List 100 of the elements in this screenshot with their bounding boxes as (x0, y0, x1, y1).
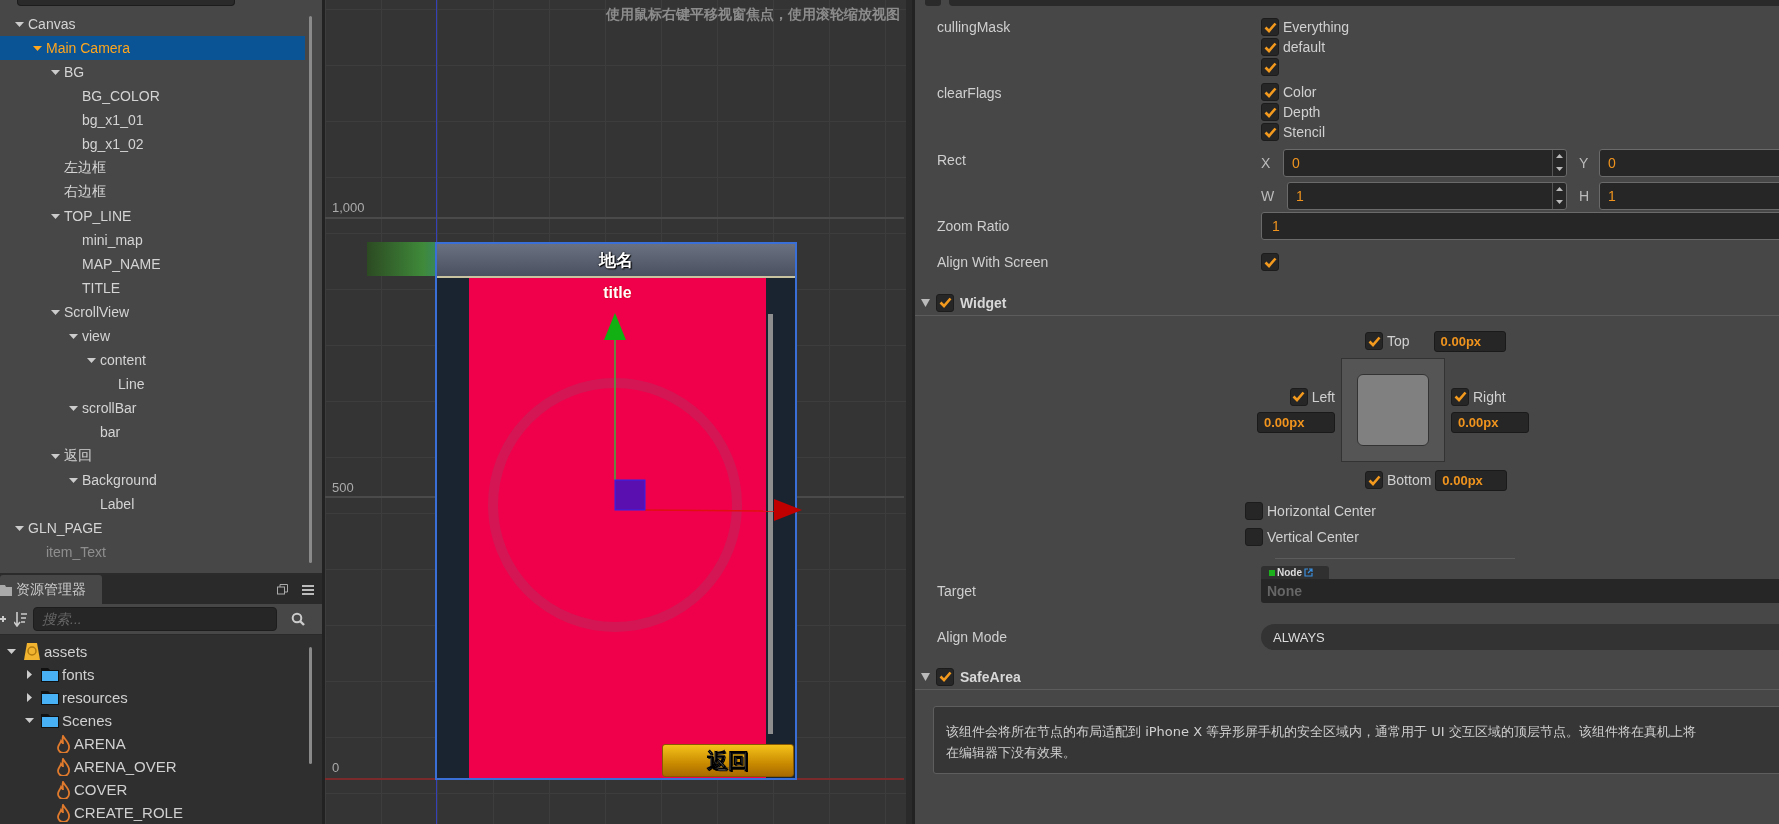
asset-item[interactable]: assets (0, 640, 322, 663)
hierarchy-node[interactable]: bg_x1_02 (0, 132, 305, 156)
checkbox[interactable] (1261, 253, 1279, 271)
hierarchy-node[interactable]: MAP_NAME (0, 252, 305, 276)
checkbox[interactable] (1365, 471, 1383, 489)
expanded-arrow-icon[interactable] (32, 43, 42, 53)
description-text: 该组件会将所在节点的布局适配到 iPhone X 等异形屏手机的安全区域内，通常用于 UI 交互区域的顶层节点。该组件将在真机上将 (946, 723, 1696, 741)
expanded-arrow-icon[interactable] (86, 355, 96, 365)
flame-icon (56, 757, 71, 776)
search-field[interactable]: 搜索... (33, 607, 277, 631)
checkbox[interactable] (1261, 58, 1279, 76)
number-field[interactable]: 1 (1287, 181, 1567, 210)
spinner-icon[interactable] (1552, 182, 1566, 209)
checkbox[interactable] (1289, 387, 1308, 406)
hierarchy-node[interactable]: BG_COLOR (0, 84, 305, 108)
number-field[interactable]: 0.00px (1433, 330, 1506, 352)
property-label: clearFlags (936, 84, 1003, 103)
hierarchy-node[interactable]: Canvas (0, 12, 305, 36)
hierarchy-node[interactable]: Label (0, 492, 305, 516)
hierarchy-node[interactable]: bg_x1_01 (0, 108, 305, 132)
external-link-icon[interactable] (1304, 568, 1313, 577)
number-field[interactable]: 0 (1599, 148, 1779, 177)
number-field[interactable]: 1 (1261, 212, 1779, 240)
anchor-label: Left (1311, 388, 1335, 405)
checkbox[interactable] (1261, 123, 1279, 141)
number-field[interactable]: 0.00px (1435, 469, 1508, 491)
dropdown[interactable]: ALWAYS (1261, 624, 1779, 650)
expanded-arrow-icon[interactable] (68, 331, 78, 341)
checkbox[interactable] (936, 667, 954, 686)
expanded-arrow-icon[interactable] (50, 307, 60, 317)
hierarchy-node[interactable]: TOP_LINE (0, 204, 305, 228)
asset-item[interactable]: ARENA_OVER (0, 755, 322, 778)
checkbox[interactable] (1261, 103, 1279, 121)
asset-item[interactable]: ARENA (0, 732, 322, 755)
property-label: Zoom Ratio (936, 217, 1011, 236)
collapsed-arrow-icon[interactable] (24, 670, 34, 679)
hierarchy-node[interactable]: view (0, 324, 305, 348)
expanded-arrow-icon[interactable] (6, 647, 16, 656)
checkbox[interactable] (1365, 332, 1383, 350)
expanded-arrow-icon[interactable] (24, 716, 34, 725)
folder-icon (41, 690, 59, 705)
asset-item[interactable]: COVER (0, 778, 322, 801)
asset-item[interactable]: Scenes (0, 709, 322, 732)
checkbox[interactable] (1261, 83, 1279, 101)
hierarchy-node[interactable]: 返回 (0, 444, 305, 468)
search-icon[interactable] (291, 612, 305, 626)
property-label: Target (936, 582, 977, 601)
gizmo-handle[interactable] (614, 479, 646, 511)
number-field[interactable]: 0.00px (1257, 411, 1335, 433)
hierarchy-node[interactable]: Main Camera (0, 36, 305, 60)
scrollbar[interactable] (309, 16, 312, 563)
anchor-label: Bottom (1387, 472, 1432, 488)
hierarchy-node[interactable]: TITLE (0, 276, 305, 300)
sort-icon[interactable] (14, 611, 27, 627)
hierarchy-node[interactable]: scrollBar (0, 396, 305, 420)
back-button[interactable]: 返回 (662, 744, 794, 777)
number-field[interactable]: 1 (1599, 181, 1779, 210)
expanded-arrow-icon[interactable] (68, 475, 78, 485)
plus-icon[interactable] (0, 613, 8, 625)
property-label: cullingMask (936, 18, 1012, 37)
cube-box-icon (23, 641, 41, 662)
hierarchy-node[interactable]: bar (0, 420, 305, 444)
expanded-arrow-icon[interactable] (14, 523, 24, 533)
checkbox[interactable] (1245, 502, 1263, 520)
x-axis-arrow[interactable] (644, 499, 802, 521)
hierarchy-node[interactable]: content (0, 348, 305, 372)
expanded-arrow-icon[interactable] (921, 672, 930, 681)
checkbox[interactable] (1261, 38, 1279, 56)
number-field[interactable]: 0.00px (1451, 411, 1529, 433)
expanded-arrow-icon[interactable] (50, 67, 60, 77)
checkbox[interactable] (1245, 528, 1263, 546)
hierarchy-node[interactable]: Line (0, 372, 305, 396)
hierarchy-node[interactable]: mini_map (0, 228, 305, 252)
spinner-icon[interactable] (1552, 149, 1566, 176)
hierarchy-node[interactable]: GLN_PAGE (0, 516, 305, 540)
collapsed-arrow-icon[interactable] (24, 693, 34, 702)
scene-viewport[interactable]: 使用鼠标右键平移视窗焦点，使用滚轮缩放视图 1,000 500 0 地名 title 返回 (325, 0, 912, 824)
menu-icon[interactable] (302, 584, 314, 595)
expanded-arrow-icon[interactable] (921, 298, 930, 307)
asset-item[interactable]: CREATE_ROLE (0, 801, 322, 824)
asset-item[interactable]: resources (0, 686, 322, 709)
panel-tab[interactable]: 资源管理器 (0, 575, 102, 605)
hierarchy-node[interactable]: ScrollView (0, 300, 305, 324)
expanded-arrow-icon[interactable] (50, 451, 60, 461)
expanded-arrow-icon[interactable] (50, 211, 60, 221)
expanded-arrow-icon[interactable] (68, 403, 78, 413)
checkbox[interactable] (1261, 18, 1279, 36)
hierarchy-node[interactable]: Background (0, 468, 305, 492)
window-icon[interactable] (277, 584, 288, 596)
hierarchy-node[interactable]: BG (0, 60, 305, 84)
hierarchy-node[interactable]: 右边框 (0, 180, 305, 204)
scrollbar[interactable] (309, 647, 312, 764)
checkbox[interactable] (1451, 387, 1469, 406)
asset-item[interactable]: fonts (0, 663, 322, 686)
number-field[interactable]: 0 (1283, 148, 1567, 177)
hierarchy-node[interactable]: 左边框 (0, 156, 305, 180)
expanded-arrow-icon[interactable] (14, 19, 24, 29)
section-title: SafeArea (960, 668, 1021, 685)
checkbox[interactable] (936, 293, 954, 312)
folder-icon (41, 713, 59, 728)
